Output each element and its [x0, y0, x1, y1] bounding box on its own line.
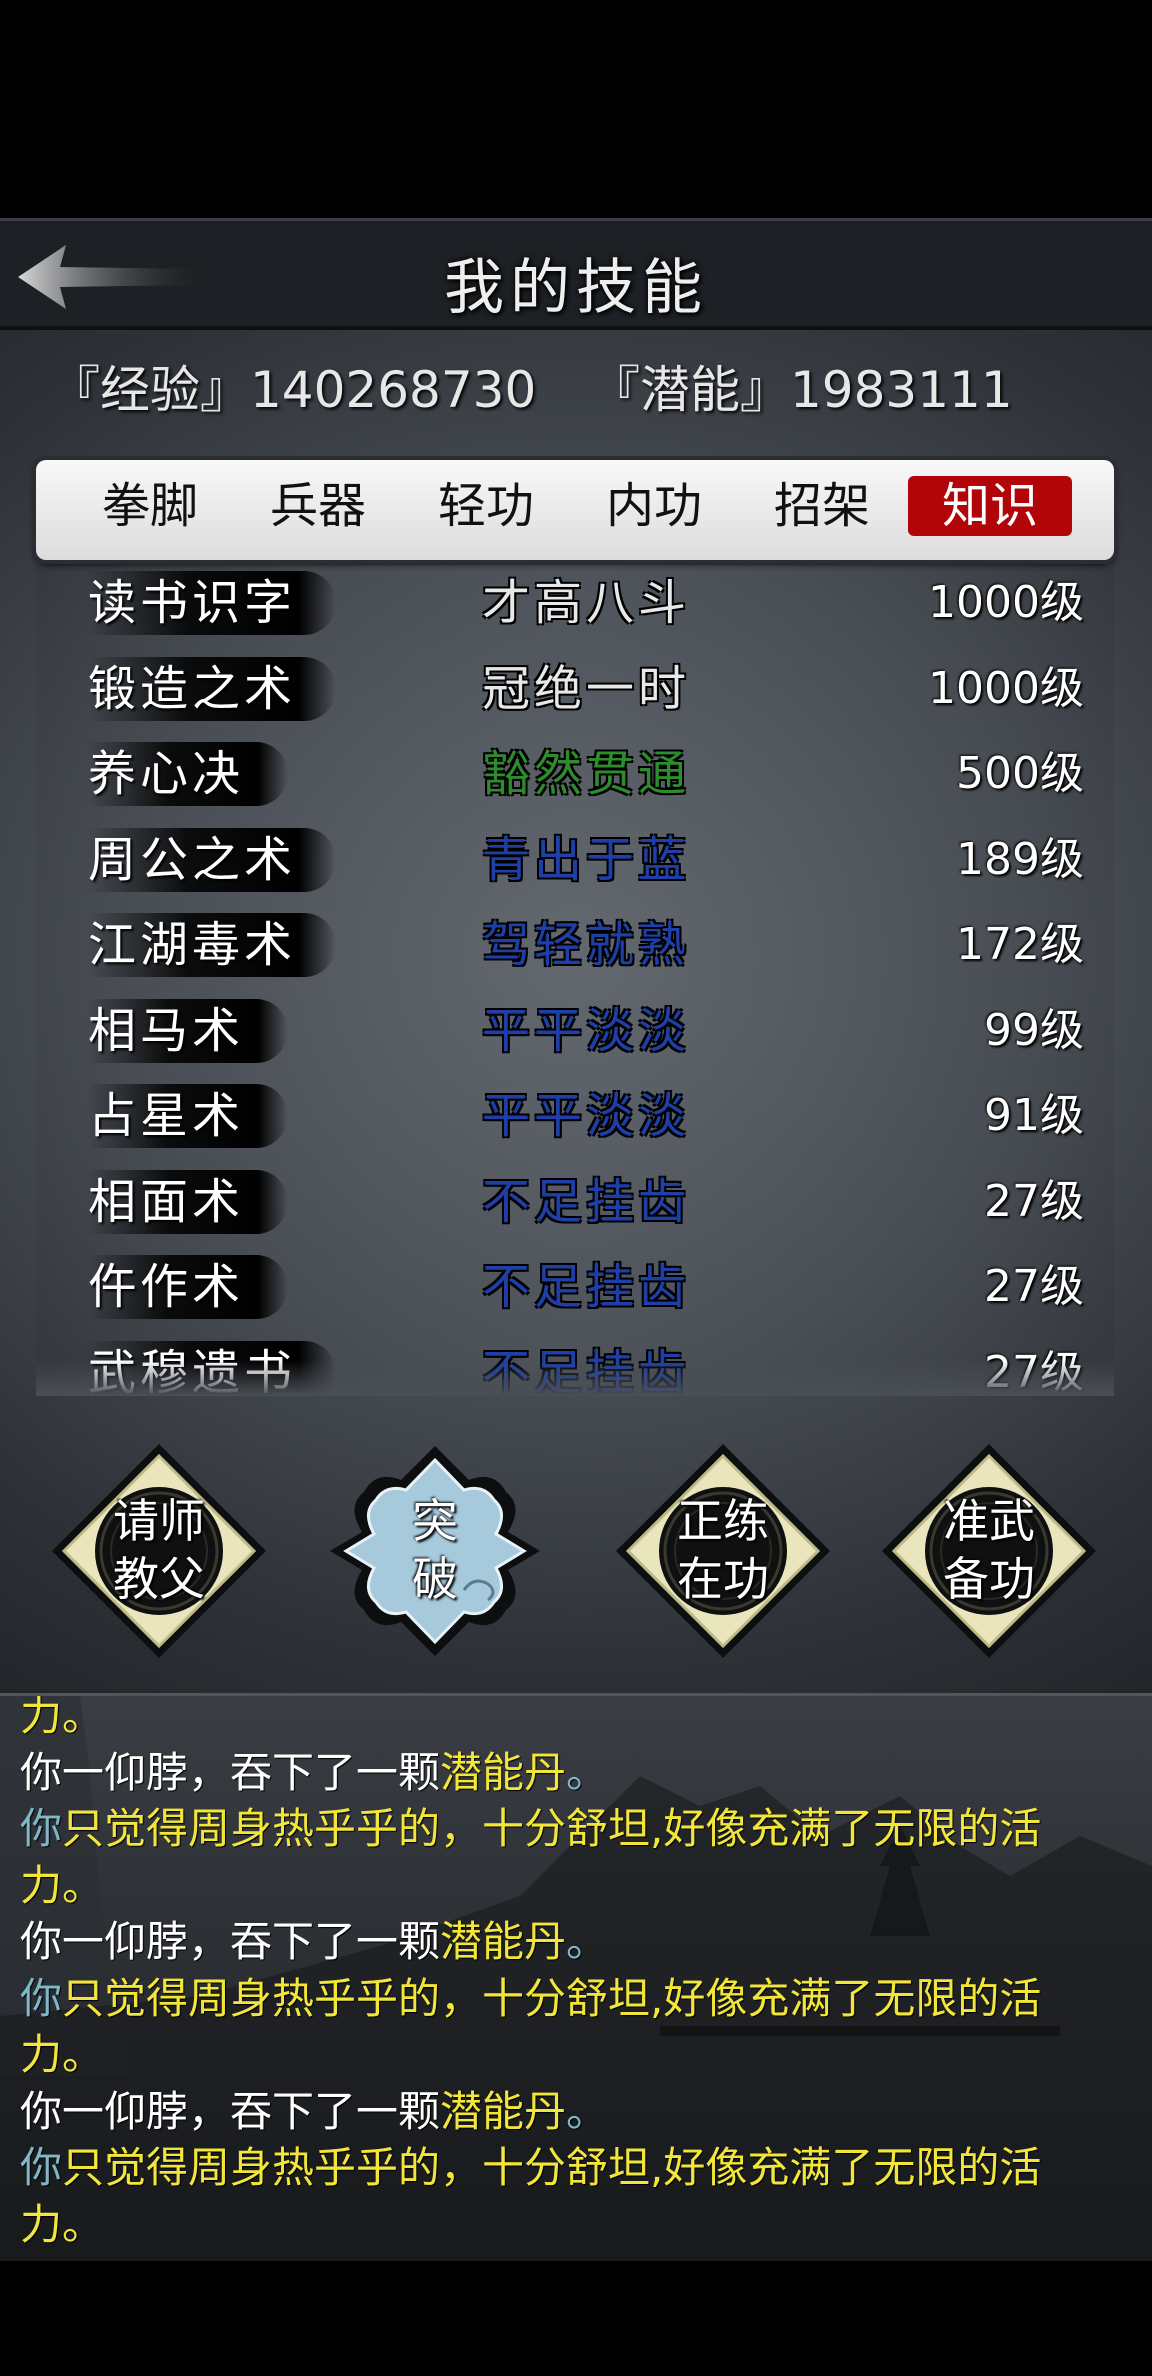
skill-level: 99级	[984, 1004, 1084, 1056]
skill-row[interactable]: 相面术 不足挂齿 27级	[36, 1164, 1114, 1250]
stats-bar: 『经验』140268730 『潜能』1983111	[50, 350, 1013, 422]
log-segment: 。	[566, 2086, 609, 2136]
log-segment: 你	[20, 2143, 63, 2192]
action-label-line2: 在功	[677, 1552, 769, 1606]
message-log[interactable]: 力。 你一仰脖，吞下了一颗潜能丹。 你只觉得周身热乎乎的，十分舒坦,好像充满了无限的…	[0, 1693, 1152, 2264]
log-line: 力。	[20, 2027, 1140, 2084]
log-line: 你一仰脖，吞下了一颗潜能丹。	[20, 2084, 1140, 2141]
skill-rank: 平平淡淡	[482, 1002, 691, 1059]
log-segment: 只觉得周身热乎乎的，十分舒坦,好像充满了无限的活	[62, 1804, 1042, 1853]
skill-row[interactable]: 相马术 平平淡淡 99级	[36, 993, 1114, 1079]
skill-rank: 不足挂齿	[482, 1259, 691, 1315]
skill-name: 锻造之术	[88, 656, 337, 721]
skill-name: 养心决	[88, 742, 288, 806]
tab-5[interactable]: 知识	[908, 476, 1072, 536]
page-title: 我的技能	[444, 253, 708, 323]
skill-rank: 驾轻就熟	[482, 917, 691, 973]
tab-2[interactable]: 轻功	[404, 476, 568, 536]
skill-name: 仵作术	[88, 1255, 288, 1319]
log-segment: 。	[566, 1747, 609, 1797]
log-line: 你一仰脖，吞下了一颗潜能丹。	[20, 1914, 1140, 1971]
action-button-1[interactable]: 突破	[324, 1440, 546, 1662]
skill-row[interactable]: 读书识字 才高八斗 1000级	[36, 565, 1114, 651]
skill-row[interactable]: 江湖毒术 驾轻就熟 172级	[36, 907, 1114, 993]
log-line: 你只觉得周身热乎乎的，十分舒坦,好像充满了无限的活	[20, 1971, 1140, 2028]
action-label: 请师 教父	[48, 1492, 270, 1608]
log-segment: 力。	[20, 1860, 105, 1910]
action-label-line2: 破	[412, 1552, 458, 1606]
skill-name: 周公之术	[88, 827, 337, 892]
navigation-bar-area	[0, 2261, 1152, 2376]
log-line: 力。	[20, 1693, 1140, 1745]
skill-rank: 青出于蓝	[482, 831, 691, 888]
tab-3[interactable]: 内功	[572, 476, 736, 536]
log-segment: 你	[20, 1973, 63, 2023]
skill-name: 江湖毒术	[88, 913, 337, 977]
action-button-3[interactable]: 准武 备功	[878, 1440, 1100, 1662]
skill-name: 读书识字	[88, 571, 337, 635]
skill-row[interactable]: 仵作术 不足挂齿 27级	[36, 1249, 1114, 1335]
skill-level: 27级	[984, 1175, 1084, 1227]
log-segment: 潜能丹	[440, 1747, 567, 1797]
skill-list[interactable]: 读书识字 才高八斗 1000级 锻造之术 冠绝一时 1000级 养心决 豁然贯通 500级 周公之…	[36, 565, 1114, 1395]
exp-value: 『经验』140268730	[50, 361, 537, 419]
skill-category-tabs: 拳脚 兵器 轻功 内功 招架 知识	[36, 460, 1114, 560]
potential-value: 『潜能』1983111	[590, 361, 1013, 419]
action-label-line2: 教父	[113, 1552, 205, 1606]
tab-1[interactable]: 兵器	[236, 476, 400, 536]
log-line: 你只觉得周身热乎乎的，十分舒坦,好像充满了无限的活	[20, 1801, 1140, 1858]
action-label: 突破	[324, 1492, 546, 1608]
action-label: 准武 备功	[878, 1492, 1100, 1608]
skill-level: 27级	[984, 1261, 1084, 1312]
log-segment: 你一仰脖，吞下了一颗	[20, 1917, 441, 1966]
skill-rank: 冠绝一时	[482, 660, 691, 717]
skill-name: 占星术	[88, 1084, 288, 1148]
log-lines: 力。 你一仰脖，吞下了一颗潜能丹。 你只觉得周身热乎乎的，十分舒坦,好像充满了无限的…	[20, 1693, 1140, 2254]
log-segment: 潜能丹	[440, 1917, 567, 1966]
skill-level: 189级	[956, 833, 1084, 885]
skill-name: 相面术	[88, 1169, 288, 1234]
skill-row[interactable]: 周公之术 青出于蓝 189级	[36, 822, 1114, 908]
skill-rank: 不足挂齿	[482, 1173, 691, 1230]
skill-rank: 才高八斗	[482, 575, 691, 631]
skill-row[interactable]: 占星术 平平淡淡 91级	[36, 1078, 1114, 1164]
log-line: 力。	[20, 1858, 1140, 1915]
status-bar-area	[0, 0, 1152, 218]
log-segment: 只觉得周身热乎乎的，十分舒坦,好像充满了无限的活	[62, 1973, 1042, 2023]
action-label: 正练 在功	[612, 1492, 834, 1608]
skill-name: 相马术	[88, 998, 288, 1063]
skill-row[interactable]: 锻造之术 冠绝一时 1000级	[36, 651, 1114, 737]
tab-4[interactable]: 招架	[740, 476, 904, 536]
skill-level: 1000级	[928, 662, 1084, 714]
skill-rank: 平平淡淡	[482, 1088, 691, 1144]
log-line: 力。	[20, 2197, 1140, 2254]
action-button-0[interactable]: 请师 教父	[48, 1440, 270, 1662]
skill-level: 500级	[956, 748, 1084, 799]
log-line: 你只觉得周身热乎乎的，十分舒坦,好像充满了无限的活	[20, 2140, 1140, 2197]
action-label-line1: 正练	[677, 1494, 769, 1548]
log-line: 你一仰脖，吞下了一颗潜能丹。	[20, 1745, 1140, 1802]
skill-row[interactable]: 养心决 豁然贯通 500级	[36, 736, 1114, 822]
log-segment: 力。	[20, 1693, 105, 1740]
action-label-line2: 备功	[943, 1552, 1035, 1606]
skill-level: 91级	[984, 1090, 1084, 1141]
log-segment: 你一仰脖，吞下了一颗	[20, 1747, 441, 1797]
log-segment: 力。	[20, 2199, 105, 2249]
action-label-line1: 请师	[113, 1494, 205, 1548]
tab-0[interactable]: 拳脚	[68, 476, 232, 536]
log-segment: 潜能丹	[440, 2086, 567, 2136]
skill-level: 172级	[956, 919, 1084, 970]
log-segment: 力。	[20, 2030, 105, 2079]
skill-level: 1000级	[928, 577, 1084, 628]
log-segment: 你	[20, 1804, 63, 1853]
log-segment: 只觉得周身热乎乎的，十分舒坦,好像充满了无限的活	[62, 2143, 1042, 2192]
log-segment: 。	[566, 1917, 609, 1966]
list-fade	[36, 1360, 1114, 1396]
title-bar: 我的技能	[0, 218, 1152, 330]
action-label-line1: 准武	[943, 1494, 1035, 1548]
skill-rank: 豁然贯通	[482, 746, 691, 802]
action-button-2[interactable]: 正练 在功	[612, 1440, 834, 1662]
action-label-line1: 突	[412, 1494, 458, 1548]
log-segment: 你一仰脖，吞下了一颗	[20, 2086, 441, 2136]
